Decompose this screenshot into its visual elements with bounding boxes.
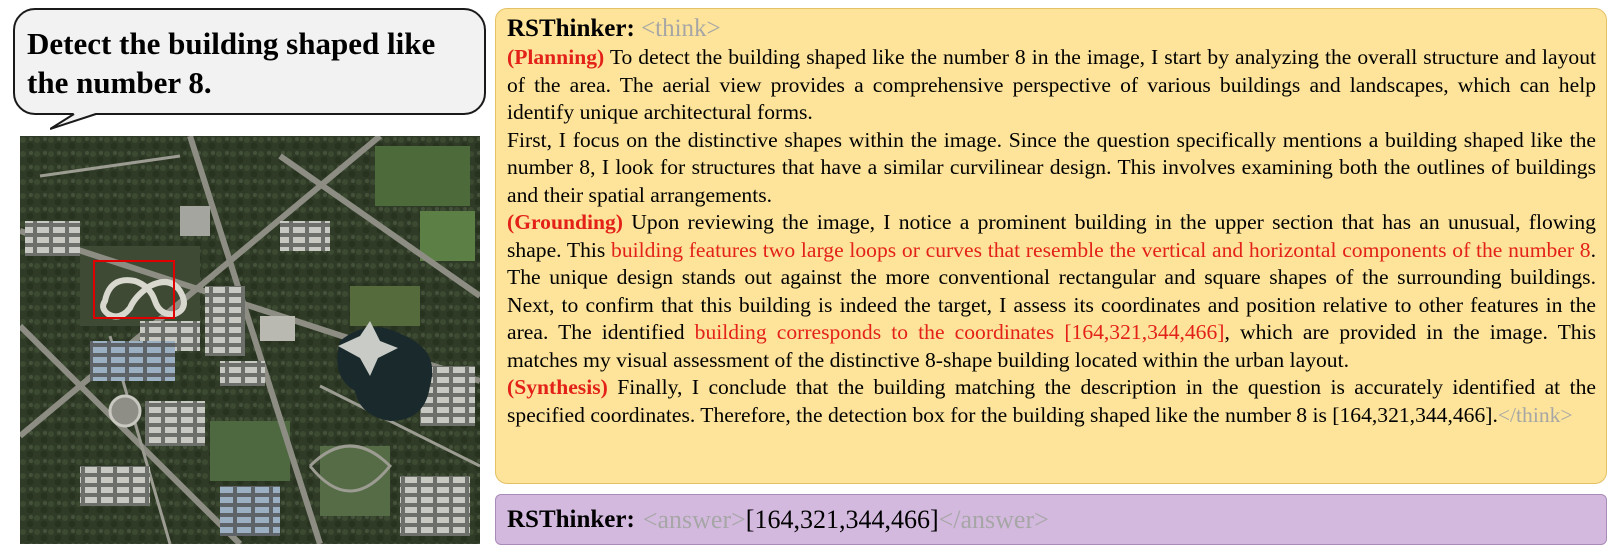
planning-text-1: To detect the building shaped like the n… [507,45,1596,124]
bubble-tail-icon [50,113,97,130]
planning-paragraph-2: First, I focus on the distinctive shapes… [507,127,1596,207]
question-text: Detect the building shaped like the numb… [27,26,436,100]
think-open-tag: <think> [641,15,721,42]
grounding-label: (Grounding) [507,210,624,234]
think-body: (Planning) To detect the building shaped… [507,44,1596,429]
think-header: RSThinker: <think> [507,14,1596,44]
answer-panel: RSThinker: <answer> [164,321,344,466] </an… [495,494,1607,545]
grounding-highlight-1: building features two large loops or cur… [611,237,1591,262]
planning-paragraph: (Planning) To detect the building shaped… [507,44,1596,127]
answer-close-tag: </answer> [938,504,1049,534]
think-speaker: RSThinker: [507,15,635,42]
grounding-highlight-2: building corresponds to the coordinates … [694,320,1225,344]
answer-value: [164,321,344,466] [745,504,939,534]
synthesis-text: Finally, I conclude that the building ma… [507,375,1596,427]
grounding-paragraph: (Grounding) Upon reviewing the image, I … [507,209,1596,374]
synthesis-label: (Synthesis) [507,375,608,399]
think-close-tag: </think> [1497,402,1573,427]
think-panel: RSThinker: <think> (Planning) To detect … [495,8,1607,484]
answer-open-tag: <answer> [642,504,746,534]
question-bubble: Detect the building shaped like the numb… [13,8,486,115]
planning-label: (Planning) [507,45,605,69]
answer-speaker: RSThinker: [507,505,635,533]
aerial-image [20,136,480,544]
synthesis-paragraph: (Synthesis) Finally, I conclude that the… [507,374,1596,429]
